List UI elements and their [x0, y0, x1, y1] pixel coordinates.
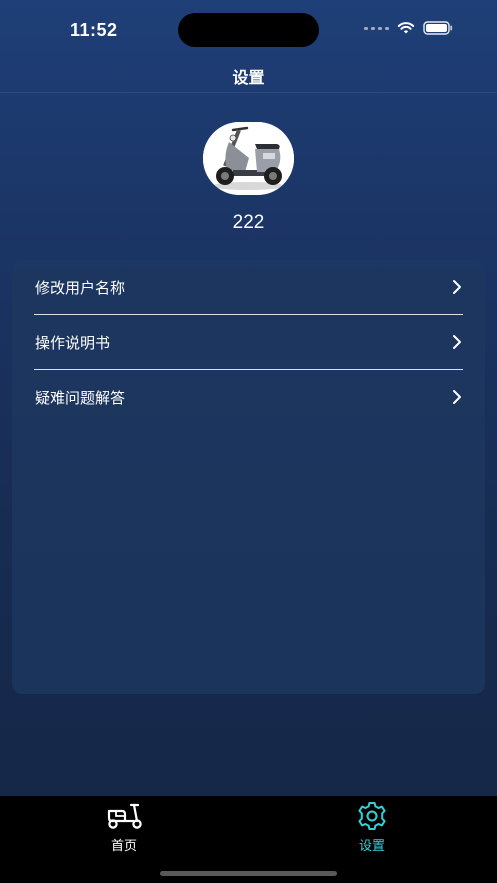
avatar[interactable] [203, 122, 294, 195]
gear-icon [358, 802, 386, 830]
scooter-avatar [203, 122, 294, 195]
chevron-right-icon [453, 390, 461, 404]
wifi-icon [397, 22, 415, 34]
settings-menu-card: 修改用户名称 操作说明书 疑难问题解答 [12, 260, 485, 694]
dynamic-island [178, 13, 319, 47]
menu-item-faq[interactable]: 疑难问题解答 [34, 370, 463, 425]
tab-settings[interactable]: 设置 [248, 796, 496, 866]
menu-item-label: 操作说明书 [35, 334, 111, 352]
tab-home-label: 首页 [110, 839, 137, 854]
tab-settings-label: 设置 [358, 839, 385, 854]
menu-item-label: 疑难问题解答 [35, 389, 126, 407]
chevron-right-icon [453, 335, 461, 349]
status-icons [364, 21, 453, 35]
menu-item-change-username[interactable]: 修改用户名称 [34, 260, 463, 315]
page-title: 设置 [232, 68, 265, 87]
chevron-right-icon [453, 280, 461, 294]
nav-bar: 设置 [0, 58, 497, 93]
scooter-icon [107, 803, 142, 829]
menu-item-label: 修改用户名称 [35, 279, 126, 297]
status-bar: 11:52 [0, 0, 497, 58]
home-indicator [160, 871, 337, 876]
menu-item-user-manual[interactable]: 操作说明书 [34, 315, 463, 370]
signal-icon [364, 26, 389, 30]
username: 222 [232, 212, 265, 233]
tab-bar: 首页 设置 [0, 796, 497, 883]
status-time: 11:52 [70, 20, 118, 40]
battery-icon [423, 21, 453, 35]
tab-home[interactable]: 首页 [0, 796, 248, 866]
